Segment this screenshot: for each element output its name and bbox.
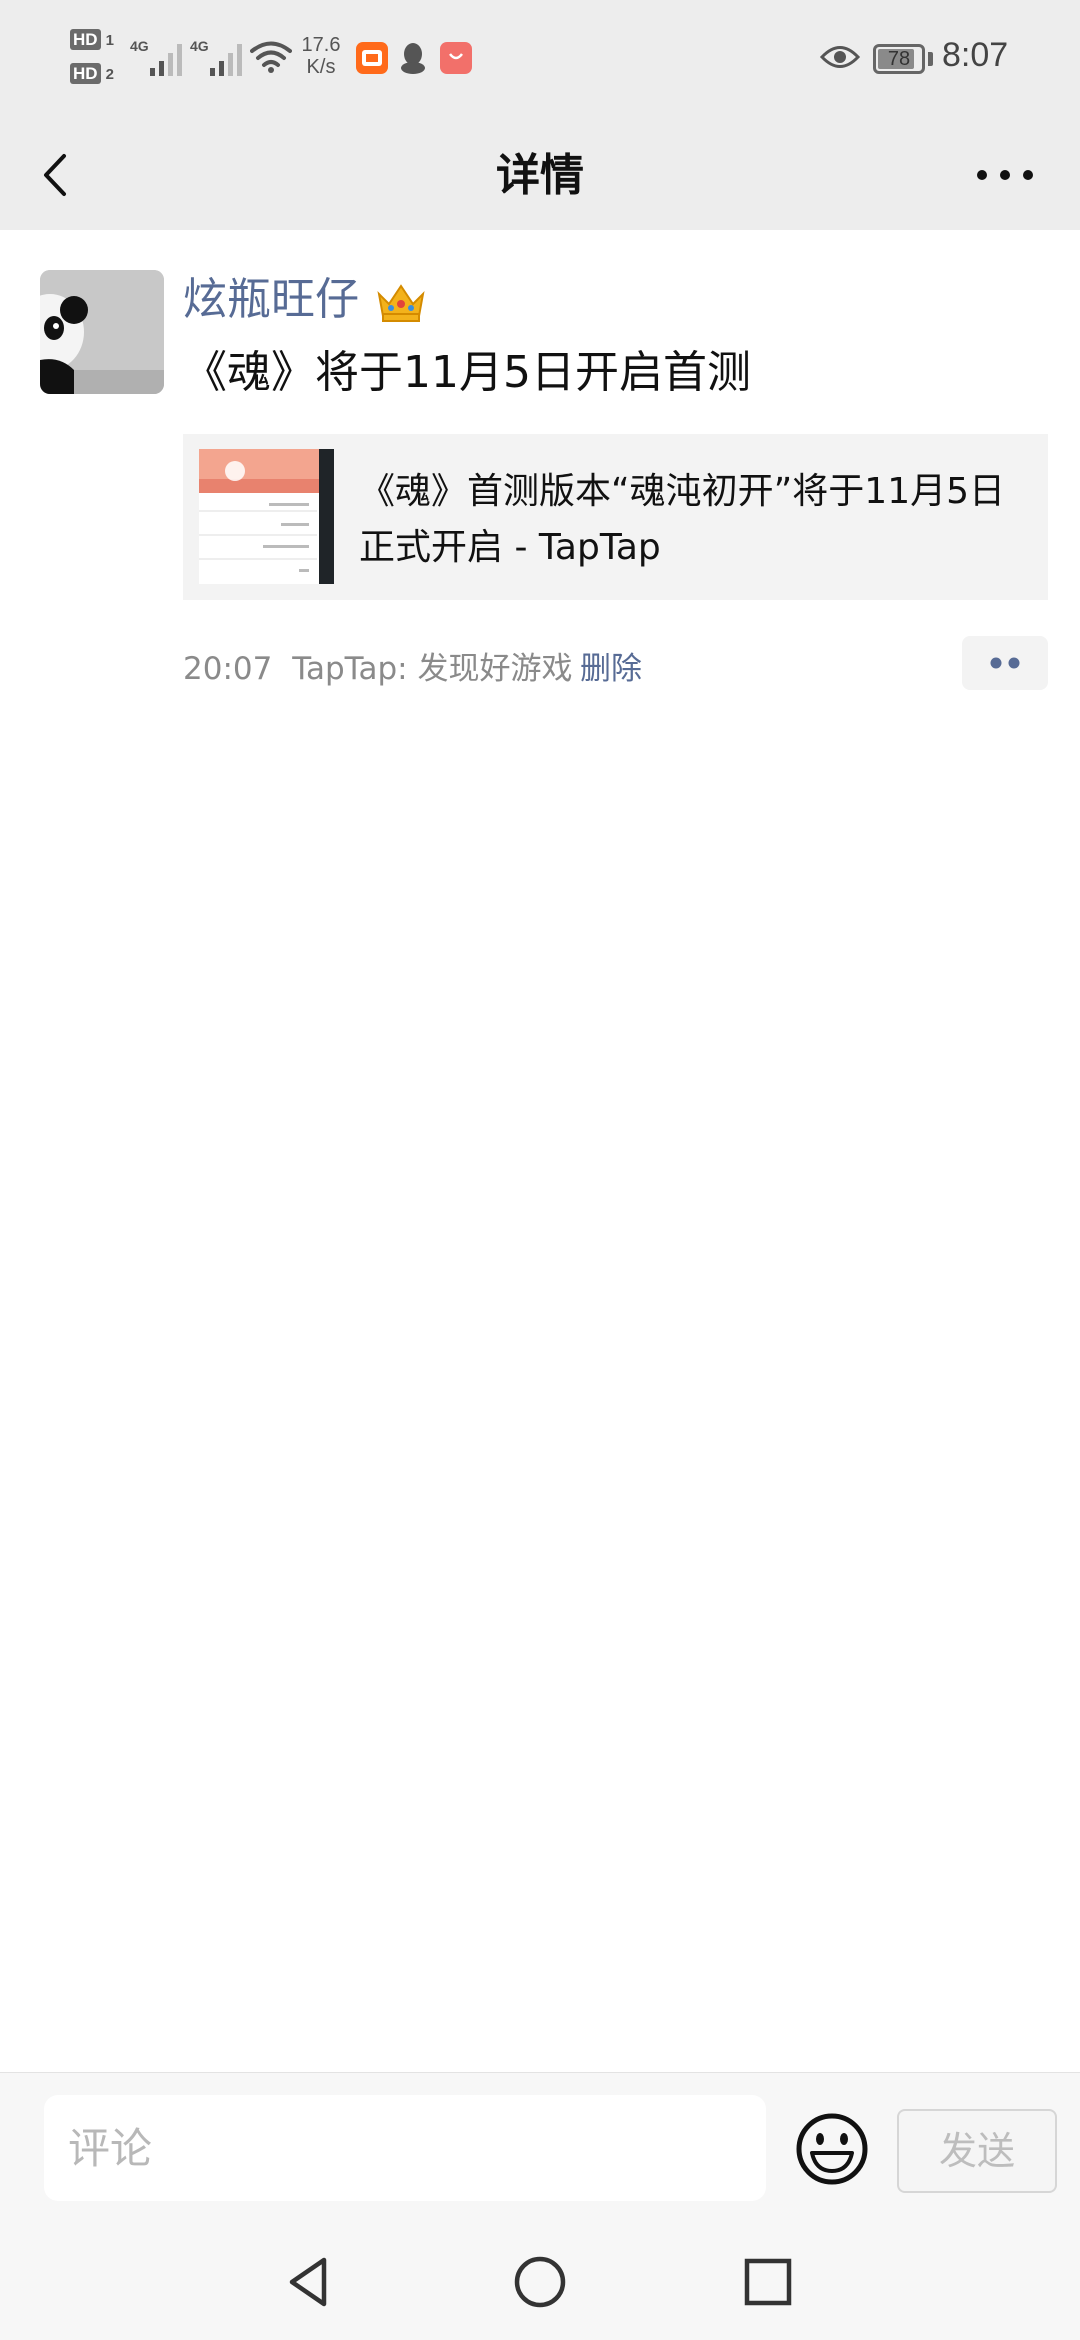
speed-unit: K/s bbox=[306, 56, 336, 78]
more-horizontal-icon[interactable] bbox=[970, 150, 1040, 200]
speed-value: 17.6 bbox=[301, 34, 341, 56]
sim1-number: 1 bbox=[105, 32, 114, 49]
post-source[interactable]: TapTap: 发现好游戏 bbox=[292, 651, 572, 687]
comment-bar: 发送 bbox=[0, 2072, 1080, 2213]
status-time: 8:07 bbox=[942, 36, 1009, 74]
author-name-text[interactable]: 炫瓶旺仔 bbox=[183, 274, 359, 325]
shopping-bag-icon bbox=[440, 42, 472, 74]
sim2-number: 2 bbox=[105, 66, 114, 83]
link-title: 《魂》首测版本“魂沌初开”将于11月5日正式开启 - TapTap bbox=[359, 471, 1006, 568]
post-meta: 20:07 TapTap: 发现好游戏 bbox=[183, 644, 572, 694]
sim1-hd-label: HD bbox=[70, 29, 101, 50]
nav-recents-square-icon[interactable] bbox=[738, 2252, 798, 2312]
status-bar: HD 1 HD 2 4G 4G 17.6 K/s 78 8:07 bbox=[0, 0, 1080, 120]
title-bar: 详情 bbox=[0, 120, 1080, 230]
link-thumbnail bbox=[199, 449, 334, 584]
battery-tip bbox=[928, 52, 933, 66]
qq-icon bbox=[401, 43, 425, 74]
battery-level: 78 bbox=[887, 48, 911, 70]
taobao-app-icon bbox=[356, 42, 388, 74]
two-dots-icon bbox=[990, 657, 1020, 669]
avatar[interactable] bbox=[40, 270, 164, 394]
nav-back-triangle-icon[interactable] bbox=[280, 2252, 340, 2312]
network-speed: 17.6 K/s bbox=[296, 34, 346, 78]
panda-avatar-image bbox=[40, 270, 164, 394]
eye-icon bbox=[820, 46, 860, 68]
smiley-face-icon[interactable] bbox=[794, 2111, 870, 2187]
system-nav-bar bbox=[0, 2212, 1080, 2340]
battery-icon: 78 bbox=[873, 44, 925, 74]
send-button[interactable]: 发送 bbox=[897, 2109, 1057, 2193]
like-comment-menu-button[interactable] bbox=[962, 636, 1048, 690]
post-text: 《魂》将于11月5日开启首测 bbox=[183, 347, 751, 398]
delete-button[interactable]: 删除 bbox=[580, 644, 642, 694]
wifi-icon bbox=[250, 41, 292, 73]
comment-input[interactable] bbox=[44, 2095, 766, 2201]
signal-icon bbox=[150, 44, 182, 76]
nav-home-circle-icon[interactable] bbox=[510, 2252, 570, 2312]
signal-icon bbox=[210, 44, 242, 76]
sim2-hd-label: HD bbox=[70, 63, 101, 84]
crown-icon bbox=[377, 284, 425, 322]
sim2-indicator: HD 2 bbox=[70, 63, 114, 84]
shared-link-card[interactable]: 《魂》首测版本“魂沌初开”将于11月5日正式开启 - TapTap bbox=[183, 434, 1048, 600]
page-title: 详情 bbox=[496, 150, 584, 201]
author-name[interactable]: 炫瓶旺仔 bbox=[183, 270, 427, 330]
post-time: 20:07 bbox=[183, 651, 273, 687]
sim1-indicator: HD 1 bbox=[70, 29, 114, 50]
